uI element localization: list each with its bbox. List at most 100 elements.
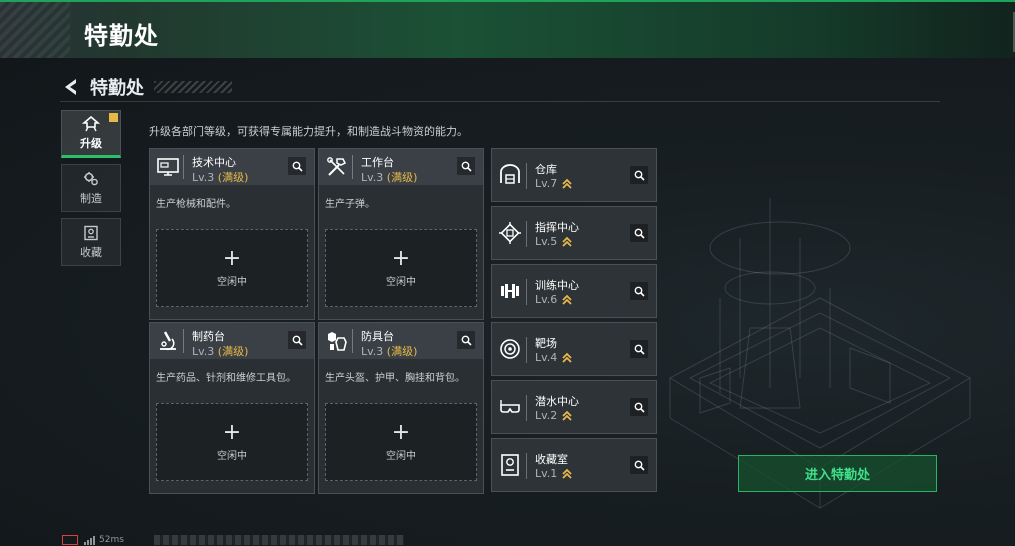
tools-icon: [327, 157, 347, 176]
tab-collection[interactable]: 收藏: [61, 218, 121, 266]
department-card-warehouse[interactable]: 仓库 Lv.7: [491, 148, 657, 202]
department-level: Lv.2: [535, 409, 573, 422]
department-card-training-center[interactable]: 训练中心 Lv.6: [491, 264, 657, 318]
inspect-button[interactable]: [630, 224, 648, 242]
inspect-button[interactable]: [288, 331, 306, 349]
inspect-button[interactable]: [630, 340, 648, 358]
upgrade-icon: [82, 115, 100, 131]
section-title: 特勤处: [90, 78, 144, 99]
back-button[interactable]: [60, 76, 82, 98]
level-text: Lv.3: [192, 345, 215, 358]
production-slot[interactable]: + 空闲中: [325, 229, 477, 307]
department-card-shooting-range[interactable]: 靶场 Lv.4: [491, 322, 657, 376]
slot-status: 空闲中: [217, 276, 247, 288]
card-separator: [183, 155, 184, 179]
enter-facility-button[interactable]: 进入特勤处: [738, 455, 937, 492]
magnifier-icon: [461, 335, 472, 346]
magnifier-icon: [634, 286, 645, 297]
workshop-level: Lv.3 (满级): [192, 169, 248, 185]
produce-text: 生产子弹。: [325, 199, 375, 210]
title-stripe: [0, 2, 70, 58]
upgrade-chevron-icon: [562, 468, 572, 479]
inspect-button[interactable]: [630, 166, 648, 184]
card-separator: [526, 453, 527, 479]
produce-text: 生产头盔、护甲、胸挂和背包。: [325, 373, 465, 384]
max-level-tag: (满级): [217, 345, 249, 358]
production-slot[interactable]: + 空闲中: [156, 403, 308, 481]
department-card-diving-center[interactable]: 潜水中心 Lv.2: [491, 380, 657, 434]
magnifier-icon: [634, 344, 645, 355]
card-separator: [526, 337, 527, 363]
card-separator: [526, 163, 527, 189]
workshop-card-armor: 防具台 Lv.3 (满级) 生产头盔、护甲、胸挂和背包。 + 空闲中: [318, 322, 484, 494]
level-text: Lv.1: [535, 467, 558, 480]
card-separator: [526, 279, 527, 305]
gears-icon: [84, 171, 98, 185]
department-level: Lv.7: [535, 177, 573, 190]
breadcrumb: 特勤处: [60, 74, 232, 100]
level-text: Lv.3: [361, 345, 384, 358]
production-slot[interactable]: + 空闲中: [156, 229, 308, 307]
department-name: 收藏室: [535, 453, 568, 466]
upgrade-chevron-icon: [562, 410, 572, 421]
magnifier-icon: [634, 228, 645, 239]
workshop-card-pharmacy: 制药台 Lv.3 (满级) 生产药品、针剂和维修工具包。 + 空闲中: [149, 322, 315, 494]
workshop-level: Lv.3 (满级): [361, 343, 417, 359]
add-icon: +: [391, 419, 411, 445]
department-name: 指挥中心: [535, 221, 579, 234]
armor-icon: [328, 332, 347, 351]
upgrade-chevron-icon: [562, 294, 572, 305]
department-name: 靶场: [535, 337, 557, 350]
department-level: Lv.4: [535, 351, 573, 364]
card-header: 技术中心 Lv.3 (满级): [150, 149, 314, 185]
warehouse-icon: [500, 164, 520, 184]
title-hatch: [154, 81, 232, 93]
workshop-card-tech-center: 技术中心 Lv.3 (满级) 生产枪械和配件。 + 空闲中: [149, 148, 315, 320]
redacted-uid: [153, 535, 404, 545]
slot-status: 空闲中: [217, 450, 247, 462]
workshop-name: 防具台: [361, 330, 394, 343]
inspect-button[interactable]: [630, 456, 648, 474]
inspect-button[interactable]: [457, 157, 475, 175]
magnifier-icon: [292, 335, 303, 346]
diving-mask-icon: [500, 400, 520, 413]
workshop-level: Lv.3 (满级): [361, 169, 417, 185]
tab-craft[interactable]: 制造: [61, 164, 121, 212]
description-text: 升级各部门等级，可获得专属能力提升，和制造战斗物资的能力。: [149, 125, 468, 138]
inspect-button[interactable]: [630, 282, 648, 300]
level-text: Lv.3: [361, 171, 384, 184]
magnifier-icon: [634, 170, 645, 181]
level-text: Lv.7: [535, 177, 558, 190]
department-card-collection-room[interactable]: 收藏室 Lv.1: [491, 438, 657, 492]
card-header: 工作台 Lv.3 (满级): [319, 149, 483, 185]
level-text: Lv.4: [535, 351, 558, 364]
ping-text: 52ms: [99, 535, 124, 545]
workshop-name: 制药台: [192, 330, 225, 343]
production-slot[interactable]: + 空闲中: [325, 403, 477, 481]
magnifier-icon: [634, 402, 645, 413]
department-card-command-center[interactable]: 指挥中心 Lv.5: [491, 206, 657, 260]
produce-text: 生产药品、针剂和维修工具包。: [156, 373, 296, 384]
department-level: Lv.1: [535, 467, 573, 480]
microscope-icon: [160, 331, 176, 351]
collection-icon: [84, 225, 98, 240]
level-text: Lv.3: [192, 171, 215, 184]
computer-icon: [157, 158, 179, 176]
header-divider: [60, 101, 940, 102]
card-header: 制药台 Lv.3 (满级): [150, 323, 314, 359]
card-separator: [352, 329, 353, 353]
workshop-card-workbench: 工作台 Lv.3 (满级) 生产子弹。 + 空闲中: [318, 148, 484, 320]
add-icon: +: [391, 245, 411, 271]
max-level-tag: (满级): [217, 171, 249, 184]
slot-status: 空闲中: [386, 276, 416, 288]
inspect-button[interactable]: [630, 398, 648, 416]
dumbbell-icon: [501, 284, 519, 298]
signal-icon: [84, 535, 95, 545]
card-separator: [352, 155, 353, 179]
tab-upgrade[interactable]: 升级: [61, 110, 121, 158]
inspect-button[interactable]: [288, 157, 306, 175]
inspect-button[interactable]: [457, 331, 475, 349]
department-level: Lv.5: [535, 235, 573, 248]
max-level-tag: (满级): [386, 171, 418, 184]
tab-label: 收藏: [80, 245, 102, 259]
